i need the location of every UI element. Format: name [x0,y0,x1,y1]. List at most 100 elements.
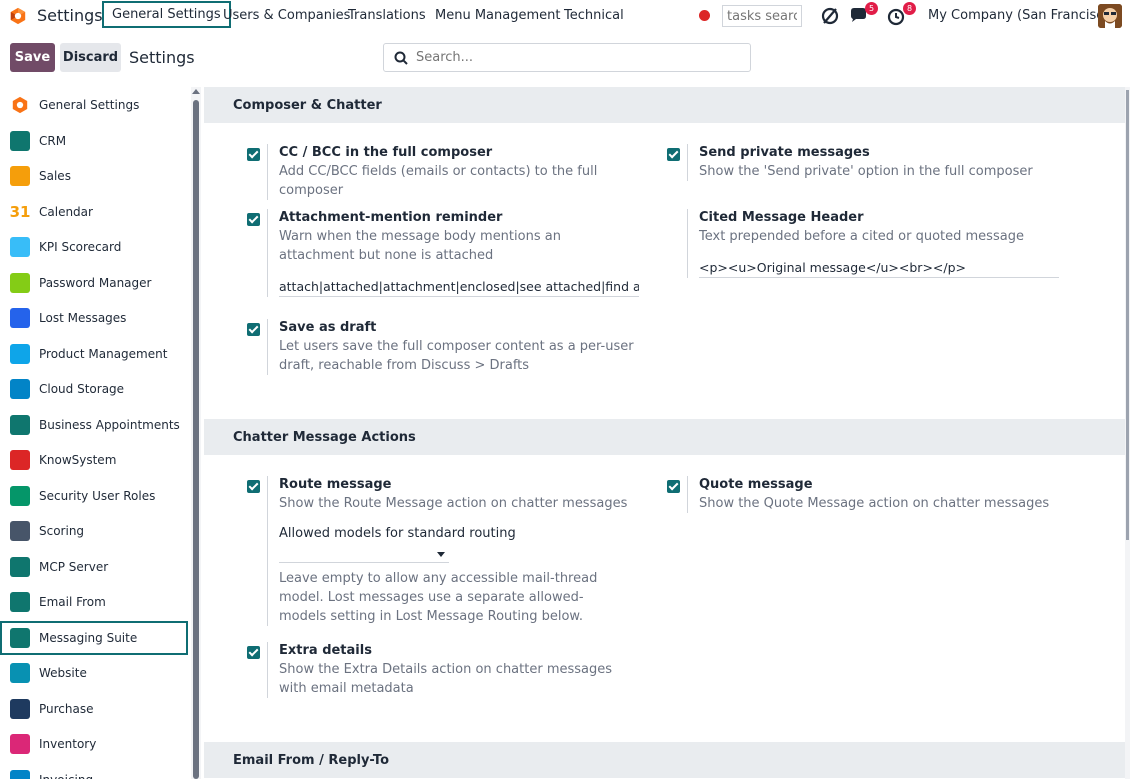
menu-users-companies[interactable]: Users & Companies [223,8,350,23]
top-navbar: Settings General Settings Users & Compan… [0,0,1130,32]
attachment-keywords-field[interactable]: attach|attached|attachment|enclosed|see … [279,279,639,297]
private-messages-setting: Send private messages Show the 'Send pri… [687,144,1087,181]
menu-translations[interactable]: Translations [348,8,426,23]
status-dot-icon[interactable] [699,10,710,21]
security-roles-icon [10,485,30,506]
sidebar-item-sales[interactable]: Sales [0,159,188,193]
main-scrollbar-thumb[interactable] [1126,90,1129,540]
route-models-label: Allowed models for standard routing [279,526,516,541]
sidebar-item-password-manager[interactable]: Password Manager [0,266,188,300]
scoring-icon [10,521,30,541]
odoo-settings-logo-icon[interactable] [9,7,27,25]
sidebar-item-label: Business Appointments [39,417,180,432]
sidebar-item-label: Messaging Suite [39,630,138,645]
messaging-suite-icon [10,627,30,648]
sidebar-item-label: Sales [39,169,71,183]
sidebar-item-inventory[interactable]: Inventory [0,727,188,761]
route-models-select[interactable] [279,547,449,563]
attachment-reminder-desc: Warn when the message body mentions an a… [279,229,561,263]
section-header-composer: Composer & Chatter [204,87,1125,123]
chat-badge: 5 [865,2,878,15]
sidebar-item-label: CRM [39,133,67,148]
sidebar-item-label: Purchase [39,701,94,716]
cc-bcc-title: CC / BCC in the full composer [279,145,493,160]
sidebar-item-security-user-roles[interactable]: Security User Roles [0,479,188,513]
sidebar-item-mcp-server[interactable]: MCP Server [0,550,188,584]
page-title: Settings [129,48,195,67]
private-messages-checkbox[interactable] [667,148,680,161]
chevron-down-icon[interactable] [437,552,445,557]
email-from-icon [10,592,30,612]
debug-bug-icon[interactable] [818,5,842,27]
settings-main-content: Composer & Chatter CC / BCC in the full … [204,87,1125,779]
sidebar-item-invoicing[interactable]: Invoicing [0,763,188,779]
company-switcher[interactable]: My Company (San Francisco) [928,8,1116,23]
extra-details-desc: Show the Extra Details action on chatter… [279,662,613,696]
sidebar-item-scoring[interactable]: Scoring [0,514,188,548]
user-avatar[interactable] [1098,4,1122,28]
sidebar-item-lost-messages[interactable]: Lost Messages [0,301,188,335]
sidebar-item-label: Password Manager [39,275,152,290]
save-draft-desc: Let users save the full composer content… [279,339,634,373]
cc-bcc-checkbox[interactable] [247,148,260,161]
save-button[interactable]: Save [10,43,55,72]
kpi-scorecard-icon [10,237,30,257]
sidebar-item-messaging-suite[interactable]: Messaging Suite [0,620,188,655]
save-draft-title: Save as draft [279,320,377,335]
sidebar-item-product-management[interactable]: Product Management [0,337,188,371]
cited-header-field[interactable]: <p><u>Original message</u><br></p> [699,260,1059,278]
sidebar-item-label: KnowSystem [39,453,117,467]
route-message-desc: Show the Route Message action on chatter… [279,496,628,511]
attachment-reminder-setting: Attachment-mention reminder Warn when th… [267,209,639,297]
menu-technical[interactable]: Technical [564,8,624,23]
cc-bcc-desc: Add CC/BCC fields (emails or contacts) t… [279,164,598,198]
sidebar-item-label: Lost Messages [39,311,127,325]
sidebar-item-business-appointments[interactable]: Business Appointments [0,408,188,442]
sales-chart-icon [10,166,30,186]
settings-sidebar: General Settings CRM Sales 31 Calendar KPI Sc… [0,87,203,779]
discard-button[interactable]: Discard [60,43,121,72]
quote-message-checkbox[interactable] [667,480,680,493]
route-message-checkbox[interactable] [247,480,260,493]
section-header-email-from: Email From / Reply-To [204,742,1125,778]
route-models-help: Leave empty to allow any accessible mail… [279,571,598,624]
chat-messages-icon[interactable]: 5 [848,2,878,27]
menu-menu-management[interactable]: Menu Management [435,8,560,23]
appointments-icon [10,414,30,435]
settings-search-box[interactable] [383,43,751,72]
sidebar-item-email-from[interactable]: Email From [0,585,188,619]
sidebar-item-kpi-scorecard[interactable]: KPI Scorecard [0,230,188,264]
password-manager-icon [10,272,30,293]
sidebar-scrollbar-thumb[interactable] [193,100,199,779]
sidebar-item-calendar[interactable]: 31 Calendar [0,195,188,229]
scroll-up-arrow-icon[interactable] [192,89,200,94]
calendar-31-icon: 31 [9,202,31,221]
odoo-logo-icon [10,95,30,115]
section-header-actions: Chatter Message Actions [204,419,1125,455]
activity-clock-icon[interactable]: 8 [886,2,916,27]
save-draft-checkbox[interactable] [247,323,260,336]
extra-details-setting: Extra details Show the Extra Details act… [267,642,639,698]
app-name[interactable]: Settings [37,6,103,25]
sidebar-item-purchase[interactable]: Purchase [0,692,188,726]
sidebar-item-label: Inventory [39,737,97,751]
purchase-icon [10,698,30,719]
sidebar-item-label: Calendar [39,204,93,219]
extra-details-checkbox[interactable] [247,646,260,659]
private-messages-desc: Show the 'Send private' option in the fu… [699,164,1033,179]
tasks-search-input[interactable] [722,5,802,27]
inventory-icon [10,734,30,754]
sidebar-item-knowsystem[interactable]: KnowSystem [0,443,188,477]
sidebar-item-general-settings[interactable]: General Settings [0,88,188,122]
sidebar-item-website[interactable]: Website [0,656,188,690]
attachment-reminder-checkbox[interactable] [247,213,260,226]
private-messages-title: Send private messages [699,145,870,160]
sidebar-item-crm[interactable]: CRM [0,124,188,158]
invoicing-icon [10,769,30,779]
sidebar-item-label: General Settings [39,98,140,112]
sidebar-item-label: Invoicing [39,773,93,779]
menu-general-settings[interactable]: General Settings [102,1,231,28]
settings-search-input[interactable] [416,50,736,65]
cited-header-setting: Cited Message Header Text prepended befo… [687,209,1059,278]
sidebar-item-cloud-storage[interactable]: Cloud Storage [0,372,188,406]
